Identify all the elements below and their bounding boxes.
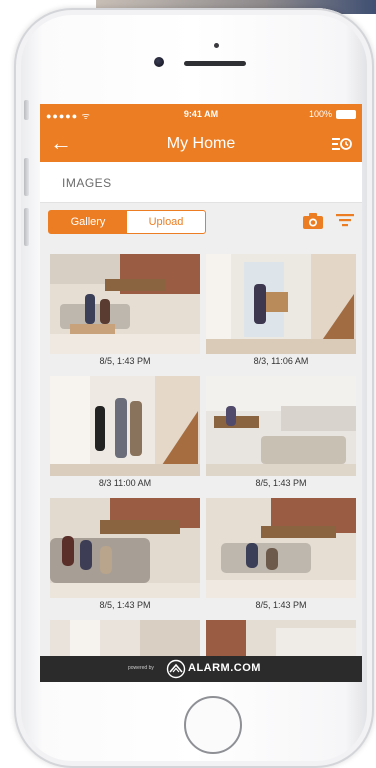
camera-icon[interactable] [302, 212, 324, 230]
front-camera [154, 57, 164, 67]
gallery-item[interactable]: 8/5, 1:43 PM [206, 498, 356, 610]
filter-icon[interactable] [336, 213, 354, 229]
images-section-header: IMAGES [40, 162, 362, 203]
image-timestamp: 8/5, 1:43 PM [99, 600, 151, 610]
thumbnail-lounge [206, 498, 356, 598]
gallery-upload-toggle: Gallery Upload [48, 210, 206, 234]
section-label: IMAGES [62, 176, 112, 190]
battery-icon [336, 110, 356, 119]
thumbnail-entryway [50, 376, 200, 476]
gallery-item[interactable]: 8/5, 1:43 PM [206, 376, 356, 488]
proximity-sensor [214, 43, 219, 48]
image-timestamp: 8/5, 1:43 PM [99, 356, 151, 366]
menu-clock-icon[interactable] [332, 135, 352, 153]
thumbnail-family-room [50, 498, 200, 598]
gallery-item[interactable] [50, 620, 200, 656]
thumbnail-partial [206, 620, 356, 656]
image-timestamp: 8/5, 1:43 PM [255, 600, 307, 610]
powered-by-text: powered by [128, 665, 154, 671]
home-button[interactable] [184, 696, 242, 754]
thumbnail-kitchen [206, 376, 356, 476]
nav-bar: ← My Home [40, 126, 362, 162]
thumbnail-partial [50, 620, 200, 656]
brand-name: ALARM.COM [188, 662, 261, 674]
image-timestamp: 8/3 11:00 AM [98, 478, 152, 488]
image-timestamp: 8/3, 11:06 AM [253, 356, 309, 366]
mute-switch [24, 100, 29, 120]
powered-by-footer: powered by ALARM.COM [40, 656, 362, 682]
thumbnail-living-room [50, 254, 200, 354]
volume-up-button [24, 158, 29, 196]
tab-upload[interactable]: Upload [127, 211, 205, 233]
gallery-item[interactable]: 8/3 11:00 AM [50, 376, 200, 488]
battery-percent: 100% [308, 109, 332, 119]
gallery-item[interactable]: 8/5, 1:43 PM [50, 254, 200, 366]
alarm-logo-icon [166, 659, 186, 679]
tab-gallery[interactable]: Gallery [49, 211, 127, 233]
gallery-item[interactable]: 8/3, 11:06 AM [206, 254, 356, 366]
volume-down-button [24, 208, 29, 246]
gallery-item[interactable]: 8/5, 1:43 PM [50, 498, 200, 610]
image-timestamp: 8/5, 1:43 PM [255, 478, 307, 488]
app-screen: ●●●●● ᯤ 9:41 AM 100% ← My Home IMAGES Ga… [40, 104, 362, 682]
thumbnail-hallway [206, 254, 356, 354]
page-title: My Home [166, 135, 236, 152]
earpiece-speaker [184, 61, 246, 66]
gallery-item[interactable] [206, 620, 356, 656]
status-bar: ●●●●● ᯤ 9:41 AM 100% [40, 104, 362, 126]
